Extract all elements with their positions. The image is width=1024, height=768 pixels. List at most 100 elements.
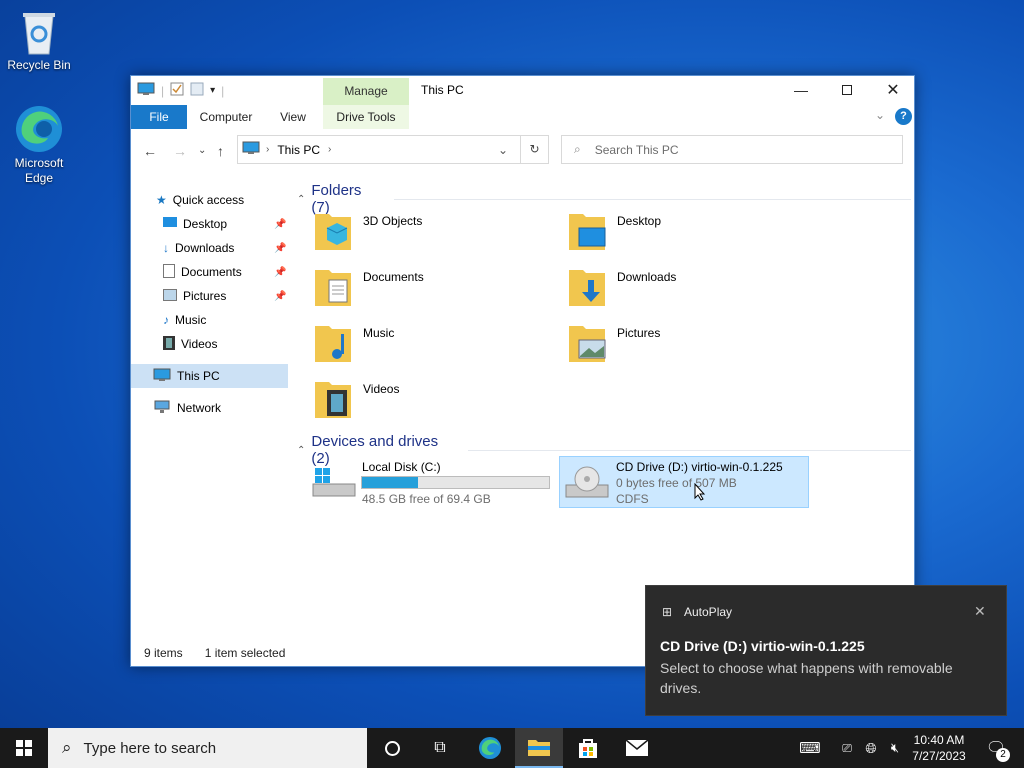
clock-date: 7/27/2023: [912, 749, 966, 763]
keyboard-icon: ⌨: [799, 740, 821, 757]
file-explorer-window: | ▾ | Manage This PC — ✕ File Computer V…: [130, 75, 915, 667]
meet-now-button[interactable]: ⎚: [836, 728, 858, 768]
nav-documents[interactable]: Documents 📌: [131, 260, 288, 284]
up-button[interactable]: ↑: [217, 143, 224, 159]
tab-view[interactable]: View: [269, 105, 317, 129]
toast-close-button[interactable]: ✕: [974, 603, 986, 620]
music-folder-icon: [313, 326, 353, 367]
autoplay-notification[interactable]: ⊞ AutoPlay ✕ CD Drive (D:) virtio-win-0.…: [645, 585, 1007, 716]
drive-c[interactable]: Local Disk (C:) 48.5 GB free of 69.4 GB: [309, 456, 559, 508]
properties-icon[interactable]: [170, 82, 184, 99]
autoplay-icon: ⊞: [662, 605, 673, 619]
minimize-button[interactable]: —: [778, 76, 824, 104]
action-center-button[interactable]: 🗨︎ 2: [976, 728, 1016, 768]
edge-shortcut[interactable]: Microsoft Edge: [2, 104, 76, 186]
network-tray-button[interactable]: 🌐︎: [860, 728, 882, 768]
cortana-button[interactable]: [368, 728, 416, 768]
globe-icon: 🌐︎: [865, 739, 877, 756]
volume-tray-button[interactable]: 🔇︎: [884, 728, 906, 768]
drive-c-usage-fill: [362, 477, 419, 488]
recycle-bin-shortcut[interactable]: Recycle Bin: [2, 8, 76, 73]
taskbar-search-box[interactable]: ⌕ Type here to search: [48, 728, 367, 768]
maximize-button[interactable]: [824, 76, 870, 104]
documents-icon: [163, 263, 175, 281]
nav-network-label: Network: [177, 401, 222, 415]
folder-label: Downloads: [617, 270, 677, 284]
divider: [468, 449, 911, 451]
tab-computer[interactable]: Computer: [193, 105, 259, 129]
tab-drive-tools[interactable]: Drive Tools: [323, 105, 409, 129]
desktop-icon: [163, 216, 177, 232]
network-icon: [153, 400, 171, 417]
recycle-bin-icon: [19, 8, 59, 56]
recycle-bin-label: Recycle Bin: [7, 58, 71, 72]
address-bar[interactable]: › This PC › ⌄ ↻: [237, 135, 549, 164]
drive-d[interactable]: CD Drive (D:) virtio-win-0.1.225 0 bytes…: [559, 456, 809, 508]
pin-icon: 📌: [274, 242, 287, 254]
edge-label-1: Microsoft: [14, 156, 64, 170]
customize-qat-icon[interactable]: ▾: [210, 85, 215, 96]
address-dropdown-icon[interactable]: ⌄: [498, 143, 508, 157]
tab-manage[interactable]: Manage: [323, 78, 409, 105]
item-count: 9 items: [144, 646, 183, 660]
folder-videos[interactable]: Videos: [313, 376, 553, 426]
search-input[interactable]: Search This PC: [595, 143, 679, 157]
pictures-folder-icon: [567, 326, 607, 367]
folder-icon: [528, 740, 550, 756]
start-button[interactable]: [0, 728, 48, 768]
selection-count: 1 item selected: [204, 646, 286, 660]
pictures-icon: [163, 288, 177, 304]
breadcrumb-sep-icon: ›: [266, 144, 270, 155]
taskbar-search-input[interactable]: Type here to search: [84, 740, 217, 757]
folder-label: Pictures: [617, 326, 661, 340]
back-button[interactable]: ←: [143, 143, 157, 159]
new-folder-icon[interactable]: [190, 82, 204, 99]
folder-music[interactable]: Music: [313, 320, 553, 370]
nav-desktop[interactable]: Desktop 📌: [131, 212, 288, 236]
divider: [393, 198, 911, 200]
store-taskbar-button[interactable]: [564, 728, 612, 768]
recent-locations-button[interactable]: ⌄: [198, 145, 206, 156]
collapse-icon: ⌃: [297, 193, 306, 205]
folder-label: Desktop: [617, 214, 662, 228]
nav-this-pc[interactable]: This PC: [131, 364, 288, 388]
search-box[interactable]: ⌕ Search This PC: [561, 135, 903, 164]
edge-icon: [14, 104, 64, 154]
windows-icon: [16, 740, 32, 756]
mail-taskbar-button[interactable]: [613, 728, 661, 768]
nav-quick-access[interactable]: ★ Quick access: [131, 188, 288, 212]
cd-drive-icon: [564, 465, 610, 506]
drive-c-free: 48.5 GB free of 69.4 GB: [362, 492, 491, 506]
file-explorer-taskbar-button[interactable]: [515, 728, 563, 768]
breadcrumb-this-pc[interactable]: This PC: [277, 143, 320, 157]
touch-keyboard-button[interactable]: ⌨: [788, 728, 832, 768]
help-icon[interactable]: ?: [895, 108, 912, 125]
nav-music-label: Music: [175, 313, 207, 327]
folder-downloads[interactable]: Downloads: [567, 264, 807, 314]
toast-title: CD Drive (D:) virtio-win-0.1.225: [660, 638, 865, 654]
nav-pictures[interactable]: Pictures 📌: [131, 284, 288, 308]
nav-network[interactable]: Network: [131, 396, 288, 420]
expand-ribbon-icon[interactable]: ⌄: [875, 108, 885, 122]
forward-button[interactable]: →: [173, 143, 187, 159]
drive-c-name: Local Disk (C:): [362, 460, 441, 474]
folder-pictures[interactable]: Pictures: [567, 320, 807, 370]
nav-videos[interactable]: Videos: [131, 332, 288, 356]
nav-music[interactable]: ♪ Music: [131, 308, 288, 332]
nav-desktop-label: Desktop: [183, 217, 228, 231]
nav-downloads-label: Downloads: [175, 241, 235, 255]
clock[interactable]: 10:40 AM 7/27/2023: [908, 732, 970, 764]
refresh-button[interactable]: ↻: [520, 136, 548, 163]
close-button[interactable]: ✕: [870, 76, 916, 104]
folder-3d-objects[interactable]: 3D Objects: [313, 208, 553, 258]
edge-icon: [478, 736, 502, 760]
tab-file[interactable]: File: [131, 105, 187, 129]
nav-downloads[interactable]: ↓ Downloads 📌: [131, 236, 288, 260]
drive-d-free: 0 bytes free of 507 MB: [616, 476, 737, 490]
folder-desktop[interactable]: Desktop: [567, 208, 807, 258]
star-icon: ★: [156, 193, 167, 207]
taskbar: ⌕ Type here to search ⧉ ⌨ ⎚ 🌐︎ 🔇︎ 10:40 …: [0, 728, 1024, 768]
task-view-button[interactable]: ⧉: [416, 728, 464, 768]
edge-taskbar-button[interactable]: [466, 728, 514, 768]
folder-documents[interactable]: Documents: [313, 264, 553, 314]
